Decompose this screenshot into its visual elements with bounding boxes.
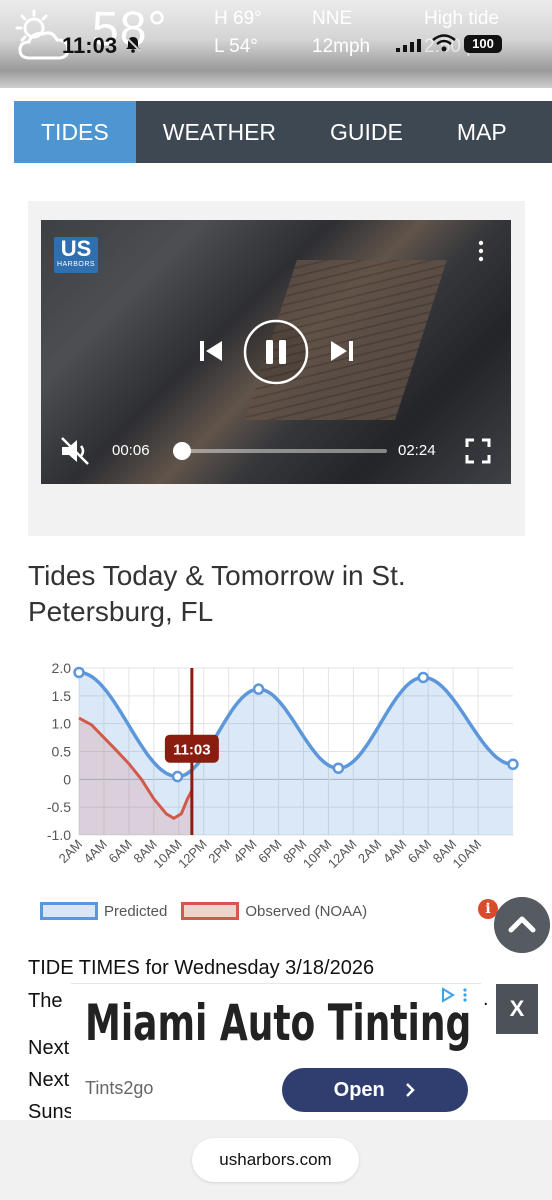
tab-map[interactable]: MAP bbox=[430, 101, 534, 163]
page-title: Tides Today & Tomorrow in St. Petersburg… bbox=[28, 560, 406, 627]
y-tick-label: 1.5 bbox=[52, 688, 72, 704]
x-tick-label: 6AM bbox=[405, 837, 435, 867]
y-tick-label: 0.5 bbox=[52, 744, 72, 760]
scroll-to-top-button[interactable] bbox=[494, 897, 550, 953]
muted-speaker-icon[interactable] bbox=[59, 435, 91, 467]
wifi-icon bbox=[432, 34, 456, 52]
legend-observed-label[interactable]: Observed (NOAA) bbox=[245, 903, 367, 920]
low-temperature: L 54° bbox=[214, 36, 258, 57]
logo-main-text: US bbox=[60, 236, 92, 261]
y-tick-label: 0 bbox=[63, 771, 71, 787]
x-tick-label: 6AM bbox=[105, 837, 135, 867]
video-container: US HARBORS 00:06 02:24 bbox=[28, 201, 525, 536]
video-progress-bar[interactable] bbox=[172, 442, 387, 460]
x-tick-label: 2PM bbox=[205, 837, 235, 867]
predicted-extremum-point bbox=[73, 666, 85, 679]
video-total-time: 02:24 bbox=[398, 442, 436, 459]
predicted-extremum-point bbox=[507, 758, 519, 771]
logo-sub-text: HARBORS bbox=[56, 261, 96, 268]
browser-bottom-bar: usharbors.com bbox=[0, 1120, 552, 1200]
predicted-extremum-point bbox=[171, 770, 184, 783]
predicted-extremum-point bbox=[332, 762, 345, 774]
predicted-extremum-point bbox=[252, 683, 265, 695]
status-time: 11:03 bbox=[62, 33, 118, 58]
legend-predicted-swatch[interactable] bbox=[40, 902, 98, 920]
chart-legend: Predicted Observed (NOAA) bbox=[40, 900, 367, 922]
x-tick-label: 4AM bbox=[81, 837, 111, 867]
x-tick-label: 4AM bbox=[380, 837, 410, 867]
video-progress-knob[interactable] bbox=[172, 442, 191, 460]
next-tide-label: High tide bbox=[424, 8, 499, 29]
pause-icon[interactable] bbox=[243, 319, 309, 385]
video-player[interactable]: US HARBORS 00:06 02:24 bbox=[41, 220, 511, 484]
x-tick-label: 12PM bbox=[175, 837, 210, 872]
tide-text-line-2: Next bbox=[28, 1037, 70, 1059]
ad-title[interactable]: Miami Auto Tinting bbox=[85, 994, 471, 1052]
ad-banner[interactable]: Miami Auto Tinting Tints2go Open bbox=[71, 983, 481, 1119]
tab-tides[interactable]: TIDES bbox=[14, 101, 136, 163]
x-tick-label: 4PM bbox=[230, 837, 260, 867]
tab-weather[interactable]: WEATHER bbox=[136, 101, 303, 163]
ad-close-button[interactable]: X bbox=[496, 984, 538, 1034]
us-harbors-logo: US HARBORS bbox=[54, 237, 98, 273]
tab-guide[interactable]: GUIDE bbox=[303, 101, 430, 163]
more-options-icon[interactable] bbox=[475, 240, 487, 262]
x-tick-label: 12AM bbox=[325, 837, 360, 872]
legend-observed-swatch[interactable] bbox=[181, 902, 240, 920]
ad-open-label[interactable]: Open bbox=[334, 1079, 385, 1101]
cellular-signal-icon bbox=[396, 39, 421, 52]
main-nav: TIDES WEATHER GUIDE MAP bbox=[14, 101, 552, 163]
ad-open-button[interactable]: Open bbox=[282, 1068, 468, 1112]
x-tick-label: 10AM bbox=[450, 837, 485, 872]
fullscreen-icon[interactable] bbox=[465, 438, 491, 464]
y-tick-label: 2.0 bbox=[52, 660, 72, 676]
tide-chart: 2.01.51.00.50-0.5-1.02AM4AM6AM8AM10AM12P… bbox=[47, 660, 519, 872]
y-tick-label: -0.5 bbox=[47, 799, 71, 815]
legend-predicted-label[interactable]: Predicted bbox=[104, 903, 167, 920]
ad-advertiser[interactable]: Tints2go bbox=[85, 1078, 153, 1099]
skip-next-icon[interactable] bbox=[329, 338, 355, 364]
x-tick-label: 2AM bbox=[355, 837, 385, 867]
wind-direction: NNE bbox=[312, 8, 353, 29]
y-tick-label: 1.0 bbox=[52, 716, 72, 732]
tide-text-line-4: Suns bbox=[28, 1101, 74, 1119]
adchoices-icon[interactable] bbox=[441, 987, 469, 1003]
skip-previous-icon[interactable] bbox=[198, 338, 224, 364]
battery-indicator: 100 bbox=[464, 35, 502, 53]
weather-status-bar: 58° H 69° L 54° NNE 12mph High tide 2:50… bbox=[0, 0, 552, 88]
tide-text-line-1: The bbox=[28, 990, 63, 1012]
high-temperature: H 69° bbox=[214, 8, 262, 29]
tide-times-heading: TIDE TIMES for Wednesday 3/18/2026 bbox=[28, 957, 375, 979]
y-tick-label: -1.0 bbox=[47, 827, 71, 843]
page: 58° H 69° L 54° NNE 12mph High tide 2:50… bbox=[0, 0, 552, 1200]
video-current-time: 00:06 bbox=[112, 442, 150, 459]
wind-speed: 12mph bbox=[312, 36, 371, 57]
current-time-label: 11:03 bbox=[173, 742, 211, 759]
predicted-extremum-point bbox=[417, 671, 429, 684]
bell-muted-icon bbox=[125, 36, 141, 53]
chevron-right-icon bbox=[406, 1083, 416, 1097]
tide-text-trailing: . bbox=[483, 988, 489, 1010]
x-tick-label: 6PM bbox=[255, 837, 285, 867]
address-bar[interactable]: usharbors.com bbox=[192, 1138, 359, 1182]
tide-text-line-3: Next bbox=[28, 1069, 70, 1091]
